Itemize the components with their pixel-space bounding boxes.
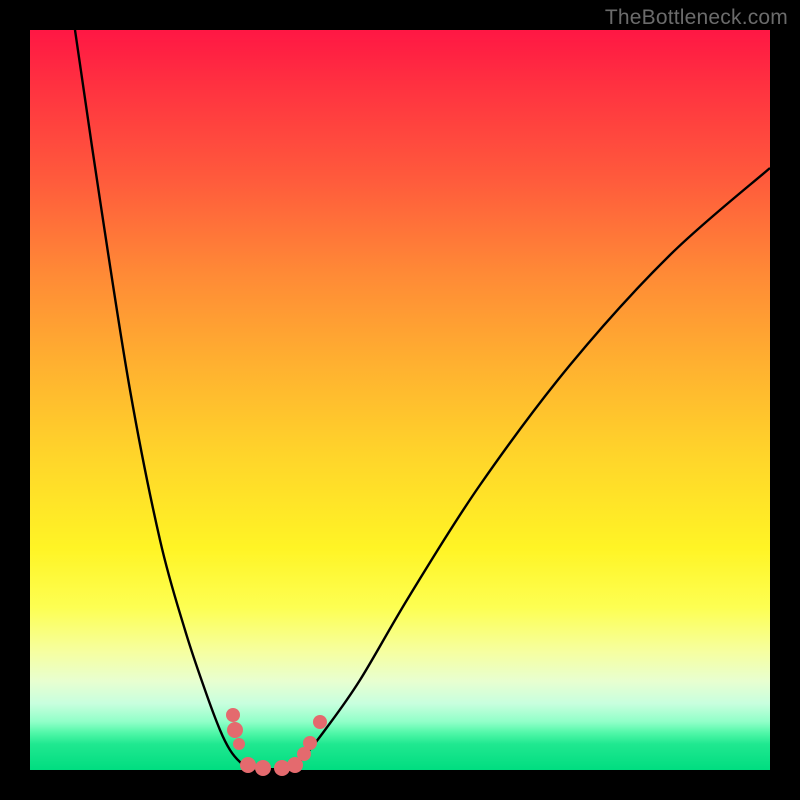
bottleneck-curve-svg [30,30,770,770]
data-marker [255,760,271,776]
bottleneck-curve [75,30,770,769]
data-marker [227,722,243,738]
data-marker [303,736,317,750]
data-marker [313,715,327,729]
watermark-text: TheBottleneck.com [605,6,788,30]
data-marker [233,738,245,750]
data-marker [226,708,240,722]
data-markers [226,708,327,776]
data-marker [240,757,256,773]
